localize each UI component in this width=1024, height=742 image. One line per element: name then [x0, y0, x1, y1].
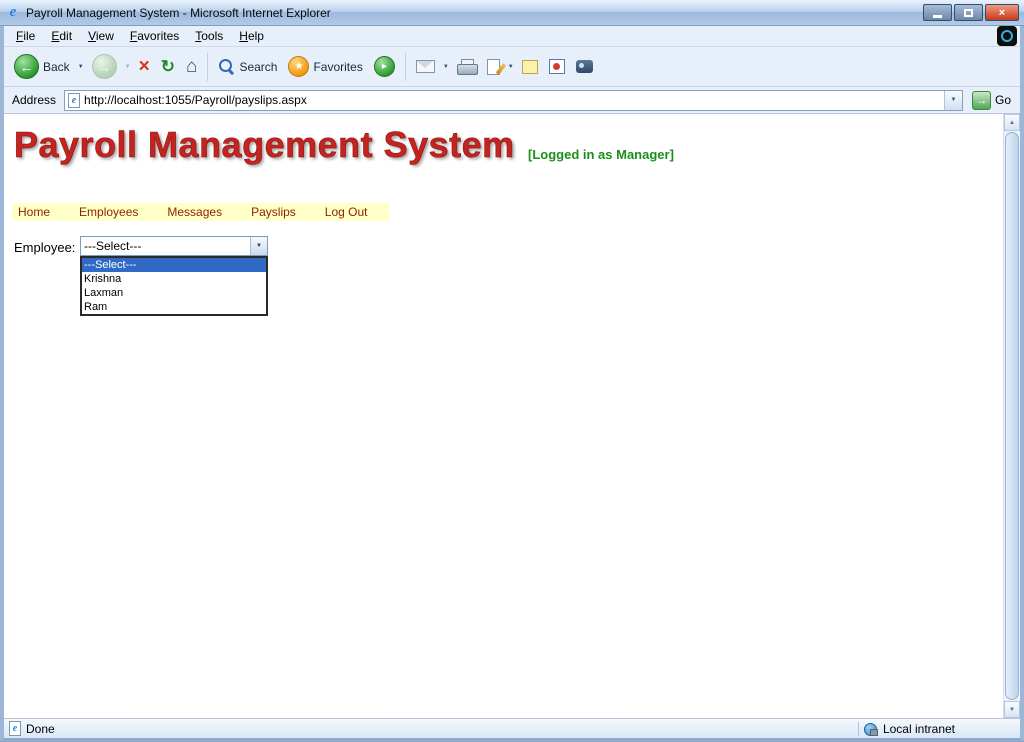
- window-title: Payroll Management System - Microsoft In…: [26, 6, 921, 20]
- toolbar-separator: [207, 53, 208, 81]
- back-label: Back: [43, 60, 70, 74]
- menu-bar: File Edit View Favorites Tools Help: [4, 26, 1020, 47]
- option-select-placeholder[interactable]: ---Select---: [82, 258, 266, 272]
- research-button[interactable]: [572, 57, 597, 76]
- employee-select[interactable]: ---Select--- ▼: [80, 236, 268, 256]
- option-laxman[interactable]: Laxman: [82, 286, 266, 300]
- nav-messages[interactable]: Messages: [167, 205, 222, 219]
- address-bar: Address http://localhost:1055/Payroll/pa…: [4, 87, 1020, 114]
- menu-help[interactable]: Help: [231, 27, 272, 45]
- back-dropdown-chevron-icon[interactable]: ▼: [77, 64, 85, 70]
- mail-button[interactable]: [412, 57, 439, 76]
- local-intranet-icon: [864, 722, 878, 736]
- refresh-button[interactable]: ↻: [157, 55, 179, 78]
- menu-edit[interactable]: Edit: [43, 27, 80, 45]
- close-button[interactable]: ×: [985, 4, 1019, 21]
- ie-logo-icon: [5, 5, 21, 21]
- forward-button[interactable]: →: [88, 51, 121, 82]
- stop-icon: ×: [139, 57, 150, 76]
- mail-icon: [416, 60, 435, 73]
- print-button[interactable]: [453, 56, 480, 78]
- forward-dropdown-chevron-icon[interactable]: ▼: [124, 64, 132, 70]
- edit-button[interactable]: [483, 56, 504, 78]
- toolbar: ← Back ▼ → ▼ × ↻ ⌂ Search ★: [4, 47, 1020, 87]
- go-button[interactable]: → Go: [968, 91, 1015, 110]
- edit-dropdown-chevron-icon[interactable]: ▼: [507, 64, 515, 70]
- favorites-star-icon: ★: [288, 56, 309, 77]
- address-url: http://localhost:1055/Payroll/payslips.a…: [84, 93, 940, 107]
- discuss-button[interactable]: [518, 57, 542, 77]
- page-icon: [68, 93, 80, 108]
- scrollbar-track[interactable]: [1004, 131, 1020, 701]
- page-title: Payroll Management System: [14, 124, 515, 166]
- login-status: [Logged in as Manager]: [528, 147, 674, 162]
- browser-window: Payroll Management System - Microsoft In…: [0, 0, 1024, 742]
- maximize-button[interactable]: [954, 4, 983, 21]
- scrollbar-thumb[interactable]: [1005, 132, 1019, 700]
- status-text: Done: [26, 722, 853, 736]
- minimize-icon: [933, 15, 942, 18]
- nav-menu: Home Employees Messages Payslips Log Out: [12, 203, 389, 221]
- employee-options-list: ---Select--- Krishna Laxman Ram: [80, 256, 268, 316]
- favorites-label: Favorites: [313, 60, 362, 74]
- print-icon: [457, 59, 476, 75]
- back-icon: ←: [14, 54, 39, 79]
- employee-select-value: ---Select---: [81, 237, 250, 255]
- option-krishna[interactable]: Krishna: [82, 272, 266, 286]
- edit-icon: [487, 59, 500, 75]
- messenger-icon: [549, 59, 565, 74]
- go-label: Go: [995, 93, 1011, 107]
- menu-file[interactable]: File: [8, 27, 43, 45]
- scroll-down-button[interactable]: ▼: [1004, 701, 1020, 718]
- toolbar-separator-2: [405, 53, 406, 81]
- title-bar: Payroll Management System - Microsoft In…: [0, 0, 1024, 26]
- menu-favorites[interactable]: Favorites: [122, 27, 187, 45]
- vertical-scrollbar[interactable]: ▲ ▼: [1003, 114, 1020, 718]
- search-icon: [218, 58, 235, 75]
- maximize-icon: [964, 9, 973, 17]
- stop-button[interactable]: ×: [135, 54, 154, 79]
- status-page-icon: [9, 721, 21, 736]
- nav-home[interactable]: Home: [18, 205, 50, 219]
- statusbar-divider: [858, 722, 859, 736]
- address-label: Address: [9, 93, 59, 107]
- discuss-icon: [522, 60, 538, 74]
- messenger-button[interactable]: [545, 56, 569, 77]
- refresh-icon: ↻: [161, 58, 175, 75]
- favorites-button[interactable]: ★ Favorites: [284, 53, 366, 80]
- back-button[interactable]: ← Back: [10, 51, 74, 82]
- close-icon: ×: [999, 7, 1005, 19]
- browser-viewport: Payroll Management System [Logged in as …: [4, 114, 1020, 718]
- menu-view[interactable]: View: [80, 27, 122, 45]
- menu-tools[interactable]: Tools: [187, 27, 231, 45]
- search-button[interactable]: Search: [214, 55, 281, 78]
- research-icon: [576, 60, 593, 73]
- window-body: File Edit View Favorites Tools Help ← Ba…: [0, 26, 1024, 742]
- scroll-up-button[interactable]: ▲: [1004, 114, 1020, 131]
- select-dropdown-arrow-icon[interactable]: ▼: [250, 237, 267, 255]
- nav-payslips[interactable]: Payslips: [251, 205, 296, 219]
- status-bar: Done Local intranet: [4, 718, 1020, 738]
- home-icon: ⌂: [186, 57, 197, 76]
- home-button[interactable]: ⌂: [182, 54, 201, 79]
- nav-employees[interactable]: Employees: [79, 205, 138, 219]
- address-input[interactable]: http://localhost:1055/Payroll/payslips.a…: [64, 90, 963, 111]
- employee-label: Employee:: [14, 240, 75, 255]
- media-icon: ▸: [374, 56, 395, 77]
- address-dropdown-button[interactable]: ▼: [944, 91, 962, 110]
- mail-dropdown-chevron-icon[interactable]: ▼: [442, 64, 450, 70]
- throbber-icon: [997, 26, 1017, 46]
- go-arrow-icon: →: [972, 91, 991, 110]
- nav-logout[interactable]: Log Out: [325, 205, 368, 219]
- search-label: Search: [239, 60, 277, 74]
- forward-icon: →: [92, 54, 117, 79]
- media-button[interactable]: ▸: [370, 53, 399, 80]
- zone-text: Local intranet: [883, 722, 1015, 736]
- page-content: Payroll Management System [Logged in as …: [4, 114, 1003, 718]
- minimize-button[interactable]: [923, 4, 952, 21]
- option-ram[interactable]: Ram: [82, 300, 266, 314]
